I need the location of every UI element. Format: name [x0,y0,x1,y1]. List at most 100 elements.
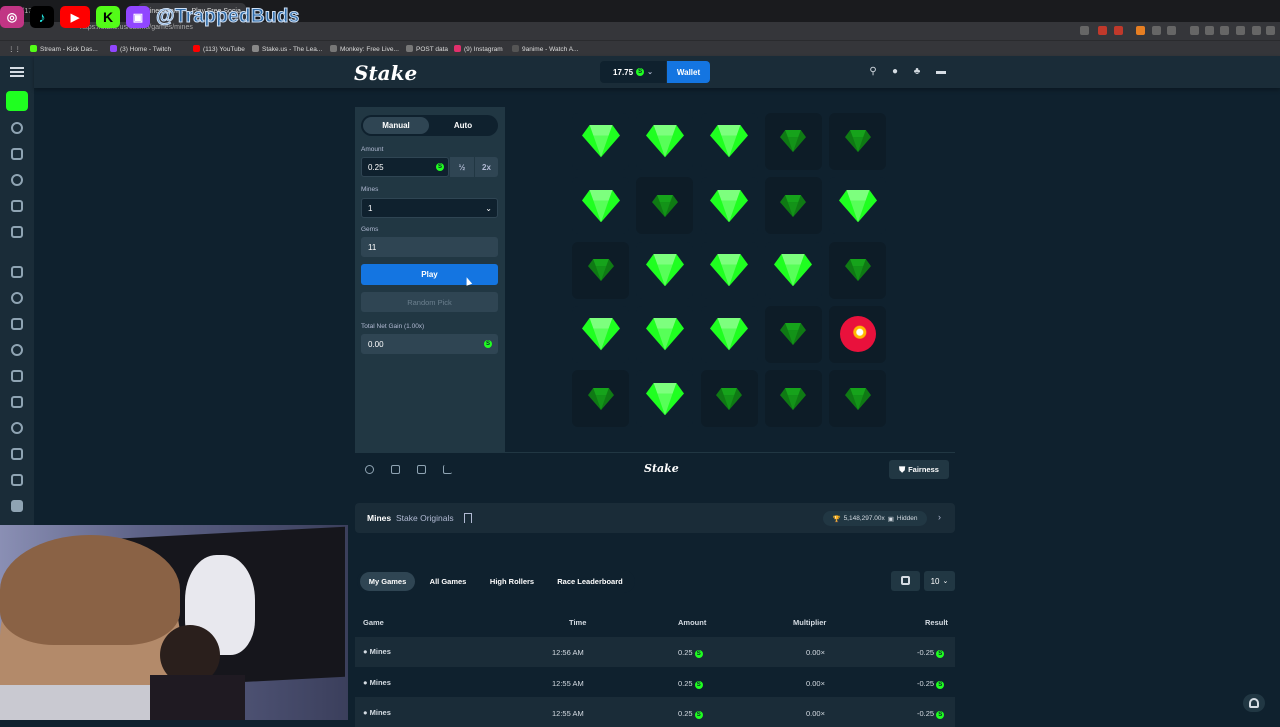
tiktok-icon: ♪ [30,6,54,28]
trophy-icon[interactable] [11,474,23,486]
tab-high-rollers[interactable]: High Rollers [481,572,543,591]
tile-gem-unrevealed[interactable] [764,113,822,170]
extension-icon[interactable] [1080,26,1089,35]
bookmark-item[interactable]: Stake.us - The Lea... [252,45,322,53]
bookmark-item[interactable]: Stream - Kick Das... [30,45,98,53]
table-row[interactable] [355,637,955,667]
list-icon[interactable] [11,226,23,238]
tile-gem[interactable] [700,241,758,299]
bookmark-item[interactable]: POST data [406,45,448,53]
row-game[interactable]: ● Mines [363,647,391,656]
table-row[interactable] [355,667,955,697]
mines-select[interactable]: 1 ⌄ [361,198,498,218]
tile-gem[interactable] [700,177,758,235]
menu-dots-icon[interactable] [1266,26,1275,35]
grid-icon[interactable] [11,500,23,512]
user-icon[interactable]: ● [890,67,900,77]
amount-input[interactable]: 0.25 S [361,157,449,177]
gift-icon[interactable] [11,266,23,278]
tile-gem[interactable] [829,177,887,235]
bookmark-icon[interactable] [11,148,23,160]
row-game[interactable]: ● Mines [363,678,391,687]
flask2-icon[interactable] [11,448,23,460]
tile-gem-unrevealed[interactable] [829,113,887,170]
fairness-button[interactable]: ⛊ Fairness [889,460,949,479]
search-icon[interactable]: ⚲ [868,67,878,77]
extension-icon[interactable] [1136,26,1145,35]
bookmark-item[interactable]: 9anime - Watch A... [512,45,578,53]
play-button[interactable]: Play [361,264,498,285]
extension-icon[interactable] [1152,26,1161,35]
tile-gem-unrevealed[interactable] [764,177,822,235]
tile-gem-unrevealed[interactable] [700,370,758,428]
extension-icon[interactable] [1220,26,1229,35]
live-stats-icon[interactable] [443,465,452,474]
manual-tab[interactable]: Manual [363,117,429,134]
tile-gem[interactable] [572,177,629,235]
shield-icon[interactable] [11,344,23,356]
tab-all-games[interactable]: All Games [422,572,474,591]
tab-my-games[interactable]: My Games [360,572,415,591]
apps-icon[interactable]: ⋮⋮ [8,45,21,53]
tile-gem-unrevealed[interactable] [764,305,822,363]
tile-gem-unrevealed[interactable] [572,241,629,299]
casino-icon[interactable] [6,91,28,111]
tile-gem-unrevealed[interactable] [636,177,694,235]
tile-gem[interactable] [636,113,694,170]
tile-gem[interactable] [636,370,694,428]
extension-icon[interactable] [1114,26,1123,35]
wallet-button[interactable]: Wallet [667,61,710,83]
table-row[interactable] [355,697,955,727]
balance-selector[interactable]: 17.75 S ⌄ [600,61,666,83]
flask-icon[interactable] [11,200,23,212]
extension-icon[interactable] [1098,26,1107,35]
stake-logo[interactable]: Stake [354,61,417,85]
crown-icon[interactable] [11,396,23,408]
headset-icon[interactable] [11,370,23,382]
bookmark-icon[interactable] [464,513,472,523]
sports-icon[interactable] [11,122,23,134]
theatre-mode-icon[interactable] [391,465,400,474]
menu-icon[interactable] [10,67,24,77]
chart-icon[interactable] [11,318,23,330]
stats-icon[interactable] [417,465,426,474]
clock-icon[interactable] [11,174,23,186]
tile-gem[interactable] [764,241,822,299]
bookmark-item[interactable]: (9) Instagram [454,45,503,53]
tile-gem-unrevealed[interactable] [572,370,629,428]
half-bet-button[interactable]: ½ [450,157,474,177]
page-size-select[interactable]: 10 ⌄ [924,571,955,591]
random-pick-button[interactable]: Random Pick [361,292,498,312]
tile-gem[interactable] [572,113,629,170]
kick-icon: K [96,6,120,28]
chat-icon[interactable]: ▬ [936,67,946,77]
live-support-button[interactable] [1243,694,1265,712]
tile-mine[interactable] [829,305,887,363]
row-game[interactable]: ● Mines [363,708,391,717]
tile-gem[interactable] [700,113,758,170]
sparkle-icon[interactable] [11,292,23,304]
tile-gem[interactable] [700,305,758,363]
settings-icon[interactable] [365,465,374,474]
chevron-right-icon[interactable]: › [938,512,941,522]
tile-gem[interactable] [636,241,694,299]
tile-gem-unrevealed[interactable] [829,370,887,428]
tile-gem[interactable] [572,305,629,363]
tab-race-leaderboard[interactable]: Race Leaderboard [550,572,630,591]
tile-gem-unrevealed[interactable] [764,370,822,428]
tile-gem-unrevealed[interactable] [829,241,887,299]
extension-icon[interactable] [1236,26,1245,35]
auto-tab[interactable]: Auto [430,117,496,134]
globe-icon[interactable] [11,422,23,434]
extension-icon[interactable] [1190,26,1199,35]
bookmark-item[interactable]: (3) Home - Twitch [110,45,171,53]
bookmark-item[interactable]: (113) YouTube [193,45,245,53]
filter-button[interactable] [891,571,920,591]
extension-icon[interactable] [1167,26,1176,35]
bookmark-item[interactable]: Monkey: Free Live... [330,45,399,53]
extension-icon[interactable] [1205,26,1214,35]
bell-icon[interactable]: ♣ [912,67,922,77]
extension-icon[interactable] [1252,26,1261,35]
double-bet-button[interactable]: 2x [475,157,498,177]
tile-gem[interactable] [636,305,694,363]
